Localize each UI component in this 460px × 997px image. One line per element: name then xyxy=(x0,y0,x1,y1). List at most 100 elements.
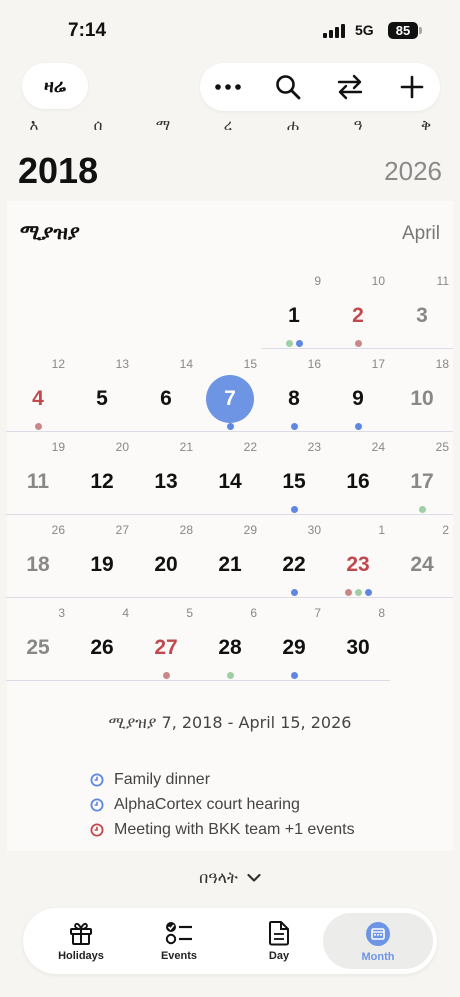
day-cell[interactable]: 12 4 xyxy=(6,349,70,432)
gregorian-day: 14 xyxy=(179,357,193,371)
gregorian-day: 21 xyxy=(179,440,193,454)
event-dot xyxy=(162,672,170,679)
gregorian-day: 8 xyxy=(378,606,385,620)
gregorian-day: 7 xyxy=(314,606,321,620)
signal-icon xyxy=(323,24,345,38)
more-button[interactable] xyxy=(204,63,252,111)
ethiopian-day: 14 xyxy=(218,470,242,493)
day-cell[interactable]: 4 26 xyxy=(70,598,134,681)
day-cell[interactable]: 30 22 xyxy=(262,515,326,598)
ethiopian-day: 4 xyxy=(32,387,44,410)
day-cell[interactable]: 14 6 xyxy=(134,349,198,432)
day-cell[interactable]: 27 19 xyxy=(70,515,134,598)
gregorian-day: 15 xyxy=(243,357,257,371)
gregorian-day: 3 xyxy=(58,606,65,620)
day-cell[interactable]: 21 13 xyxy=(134,432,198,515)
ethiopian-day: 20 xyxy=(154,553,178,576)
tab-label: Holidays xyxy=(58,950,104,962)
day-cell[interactable]: 24 16 xyxy=(326,432,390,515)
day-cell[interactable]: 3 25 xyxy=(6,598,70,681)
gregorian-day: 13 xyxy=(115,357,129,371)
ethiopian-day: 13 xyxy=(154,470,178,493)
ethiopian-day: 8 xyxy=(288,387,300,410)
gregorian-day: 17 xyxy=(371,357,385,371)
tab-month[interactable]: Month xyxy=(323,913,433,969)
day-cell[interactable]: 19 11 xyxy=(6,432,70,515)
tab-holidays[interactable]: Holidays xyxy=(31,908,131,974)
event-dot xyxy=(295,340,303,347)
tab-label: Day xyxy=(268,950,290,962)
event-dots xyxy=(198,672,262,679)
gregorian-day: 4 xyxy=(122,606,129,620)
gregorian-day: 2 xyxy=(442,523,449,537)
battery-tip xyxy=(419,27,422,34)
day-cell[interactable]: 10 2 xyxy=(326,266,390,349)
ethiopian-day: 9 xyxy=(352,387,364,410)
ethiopian-day: 23 xyxy=(346,553,370,576)
day-cell[interactable]: 17 9 xyxy=(326,349,390,432)
today-button[interactable]: ዛሬ xyxy=(22,63,88,109)
event-item[interactable]: Family dinner xyxy=(90,768,210,792)
tab-events[interactable]: Events xyxy=(129,908,229,974)
day-cell[interactable]: 23 15 xyxy=(262,432,326,515)
weekday-label: ረ xyxy=(223,116,233,134)
search-button[interactable] xyxy=(264,63,312,111)
event-dots xyxy=(326,340,390,347)
day-cell[interactable]: 28 20 xyxy=(134,515,198,598)
gregorian-day: 27 xyxy=(115,523,129,537)
ethiopian-day: 25 xyxy=(26,636,50,659)
day-cell[interactable]: 29 21 xyxy=(198,515,262,598)
search-icon xyxy=(276,75,301,100)
weekday-label: ዓ xyxy=(353,116,363,134)
day-cell[interactable]: 20 12 xyxy=(70,432,134,515)
day-cell[interactable]: 11 3 xyxy=(390,266,454,349)
add-button[interactable] xyxy=(388,63,436,111)
day-cell[interactable]: 5 27 xyxy=(134,598,198,681)
day-cell[interactable]: 8 30 xyxy=(326,598,390,681)
event-title: Meeting with BKK team +1 events xyxy=(114,821,355,838)
clock-icon xyxy=(90,798,104,812)
event-title: AlphaCortex court hearing xyxy=(114,796,300,813)
holidays-toggle[interactable]: በዓላት xyxy=(0,868,460,888)
day-cell[interactable]: 1 23 xyxy=(326,515,390,598)
ethiopian-day: 22 xyxy=(282,553,306,576)
event-dot xyxy=(226,672,234,679)
ethiopian-day: 29 xyxy=(282,636,306,659)
day-cell[interactable]: 25 17 xyxy=(390,432,454,515)
gregorian-month-title: April xyxy=(401,223,440,244)
event-item[interactable]: Meeting with BKK team +1 events xyxy=(90,818,355,842)
calendar-icon xyxy=(366,922,390,946)
day-cell[interactable]: 22 14 xyxy=(198,432,262,515)
event-item[interactable]: AlphaCortex court hearing xyxy=(90,793,300,817)
day-cell[interactable]: 6 28 xyxy=(198,598,262,681)
toolbar xyxy=(200,63,440,111)
event-dots xyxy=(134,672,198,679)
event-dot xyxy=(290,506,298,513)
weekday-label: ማ xyxy=(155,116,171,134)
gregorian-day: 10 xyxy=(371,274,385,288)
event-dot xyxy=(290,423,298,430)
gregorian-day: 6 xyxy=(250,606,257,620)
gregorian-day: 12 xyxy=(51,357,65,371)
tab-day[interactable]: Day xyxy=(229,908,329,974)
day-cell[interactable]: 15 7 xyxy=(198,349,262,432)
gregorian-day: 18 xyxy=(435,357,449,371)
event-dot xyxy=(418,506,426,513)
event-dot xyxy=(34,423,42,430)
day-cell[interactable]: 2 24 xyxy=(390,515,454,598)
selected-range: ሚያዝያ 7, 2018 - April 15, 2026 xyxy=(108,713,352,732)
ethiopian-day: 6 xyxy=(160,387,172,410)
event-dots xyxy=(326,423,390,430)
day-cell[interactable]: 7 29 xyxy=(262,598,326,681)
day-cell[interactable]: 91 xyxy=(262,266,326,349)
day-cell[interactable]: 13 5 xyxy=(70,349,134,432)
day-cell[interactable]: 26 18 xyxy=(6,515,70,598)
event-title: Family dinner xyxy=(114,771,211,788)
ethiopian-day: 30 xyxy=(346,636,370,659)
event-dots xyxy=(198,423,262,430)
day-cell[interactable]: 16 8 xyxy=(262,349,326,432)
day-cell[interactable]: 18 10 xyxy=(390,349,454,432)
week-divider xyxy=(6,431,453,432)
swap-button[interactable] xyxy=(326,63,374,111)
ethiopian-day: 24 xyxy=(410,553,434,576)
